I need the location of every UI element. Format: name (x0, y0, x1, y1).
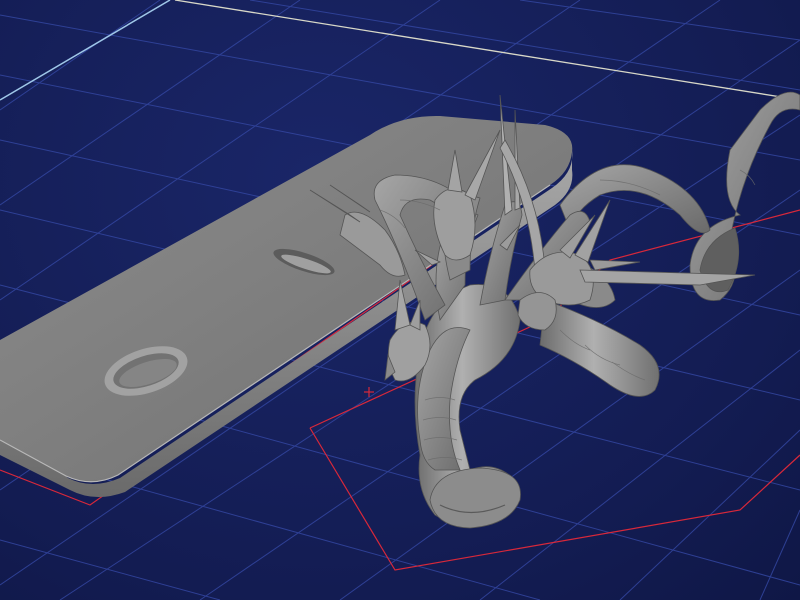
3d-viewport[interactable] (0, 0, 800, 600)
build-volume-edges (0, 0, 800, 101)
scene-canvas[interactable] (0, 0, 800, 600)
